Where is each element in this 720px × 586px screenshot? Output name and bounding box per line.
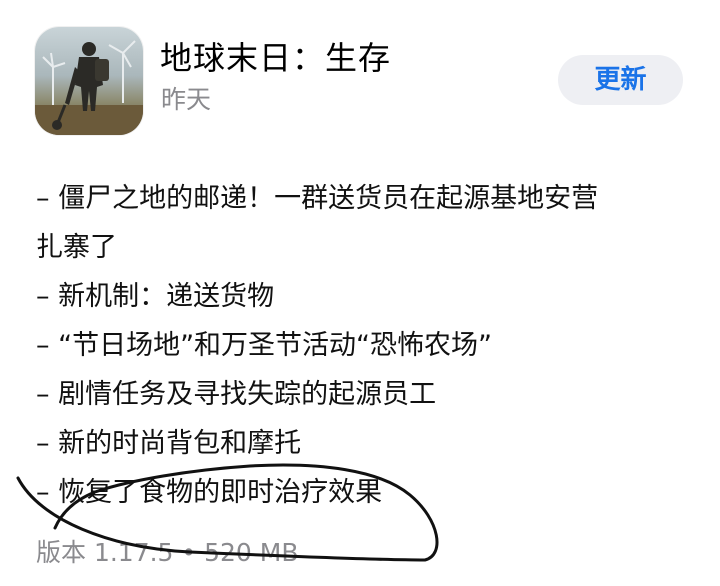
release-note-line: – 剧情任务及寻找失踪的起源员工: [36, 379, 437, 410]
update-date: 昨天: [161, 85, 212, 114]
survivor-artwork-icon: [35, 40, 143, 135]
update-button[interactable]: 更新: [558, 55, 683, 105]
release-note-line: – 恢复了食物的即时治疗效果: [36, 477, 383, 508]
release-note-line: – “节日场地”和万圣节活动“恐怖农场”: [36, 330, 493, 361]
version-info: 版本 1.17.5 • 520 MB: [36, 538, 299, 567]
release-note-line: – 新的时尚背包和摩托: [36, 428, 302, 459]
release-note-line: 扎寨了: [36, 232, 117, 263]
app-title: 地球末日：生存: [160, 39, 392, 77]
release-note-line: – 新机制：递送货物: [36, 281, 275, 312]
release-note-line: – 僵尸之地的邮递！一群送货员在起源基地安营: [36, 183, 599, 214]
app-icon[interactable]: [35, 27, 143, 135]
